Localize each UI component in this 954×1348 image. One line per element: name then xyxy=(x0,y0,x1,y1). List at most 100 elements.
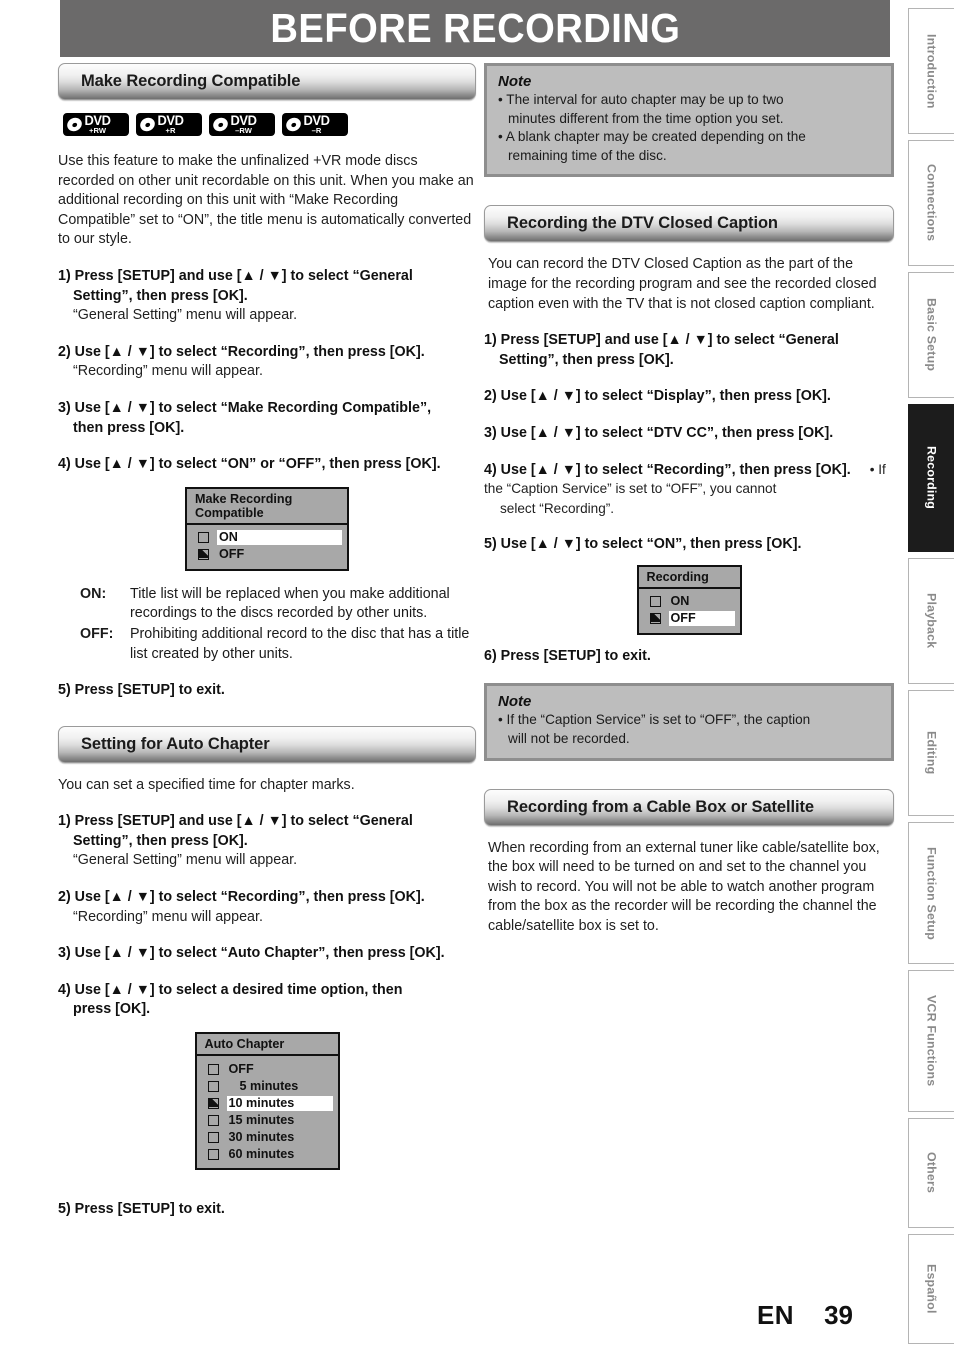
section1-step-3: 3) Use [▲ / ▼] to select “Make Recording… xyxy=(58,399,476,438)
osd-title: Make Recording Compatible xyxy=(187,488,347,525)
osd-option-15-minutes[interactable]: 15 minutes xyxy=(197,1112,333,1128)
section2-step-1: 1) Press [SETUP] and use [▲ / ▼] to sele… xyxy=(58,812,476,871)
osd-option-label: 15 minutes xyxy=(228,1112,295,1127)
section3-step-4: 4) Use [▲ / ▼] to select “Recording”, th… xyxy=(484,461,894,519)
definition-on: ON: Title list will be replaced when you… xyxy=(58,585,476,624)
dvd-minus-rw-logo: DVD –RW xyxy=(209,113,275,136)
tab-espanol[interactable]: Español xyxy=(908,1234,954,1344)
step-line: 2) Use [▲ / ▼] to select “Display”, then… xyxy=(484,388,831,405)
disc-icon xyxy=(282,113,305,136)
on-off-definitions: ON: Title list will be replaced when you… xyxy=(58,585,476,664)
note-bullet: • If the “Caption Service” is set to “OF… xyxy=(498,711,880,748)
osd-option-label: OFF xyxy=(668,611,735,627)
osd-option-list: ON OFF xyxy=(639,589,740,633)
step-line: 5) Use [▲ / ▼] to select “ON”, then pres… xyxy=(484,536,802,553)
step-line: 1) Press [SETUP] and use [▲ / ▼] to sele… xyxy=(58,813,413,830)
section3-step-1: 1) Press [SETUP] and use [▲ / ▼] to sele… xyxy=(484,331,894,370)
osd-option-off[interactable]: OFF xyxy=(639,611,735,627)
note-bullet-line: • If the “Caption Service” is set to “OF… xyxy=(498,712,811,728)
disc-compatibility-logos: DVD +RW DVD +R DVD –RW DVD –R xyxy=(63,113,476,136)
dvd-plus-rw-logo: DVD +RW xyxy=(63,113,129,136)
section2-step-3: 3) Use [▲ / ▼] to select “Auto Chapter”,… xyxy=(58,944,476,964)
step-line: 4) Use [▲ / ▼] to select a desired time … xyxy=(58,981,403,998)
tab-label: Español xyxy=(924,1264,939,1314)
tab-connections[interactable]: Connections xyxy=(908,140,954,266)
right-column: Note • The interval for auto chapter may… xyxy=(484,63,894,950)
step-line-cont: then press [OK]. xyxy=(73,419,185,436)
tab-introduction[interactable]: Introduction xyxy=(908,8,954,134)
osd-option-off[interactable]: OFF xyxy=(187,547,342,563)
step-line-cont: Setting”, then press [OK]. xyxy=(73,287,248,304)
note-box-caption-service: Note • If the “Caption Service” is set t… xyxy=(484,683,894,761)
section1-step-4: 4) Use [▲ / ▼] to select “ON” or “OFF”, … xyxy=(58,455,476,475)
osd-option-30-minutes[interactable]: 30 minutes xyxy=(197,1129,333,1145)
left-column: Make Recording Compatible DVD +RW DVD +R xyxy=(58,63,476,1220)
checkbox-icon[interactable] xyxy=(198,532,209,544)
step-note: “General Setting” menu will appear. xyxy=(73,307,298,324)
section2-step-4: 4) Use [▲ / ▼] to select a desired time … xyxy=(58,981,476,1020)
section-title: Recording the DTV Closed Caption xyxy=(507,214,778,233)
checkbox-icon[interactable] xyxy=(207,1148,219,1160)
page-title: BEFORE RECORDING xyxy=(270,5,680,51)
step-line: 5) Press [SETUP] to exit. xyxy=(58,1201,225,1218)
osd-option-on[interactable]: ON xyxy=(639,594,735,610)
checkbox-icon[interactable] xyxy=(207,1131,219,1143)
tab-editing[interactable]: Editing xyxy=(908,690,954,816)
dvd-logo-main: DVD xyxy=(84,113,111,129)
section-header-recording-dtv-closed-caption: Recording the DTV Closed Caption xyxy=(484,205,894,243)
step-line-cont: Setting”, then press [OK]. xyxy=(73,832,248,849)
section3-step-2: 2) Use [▲ / ▼] to select “Display”, then… xyxy=(484,387,894,407)
osd-option-10-minutes[interactable]: 10 minutes xyxy=(197,1095,333,1111)
tab-label: VCR Functions xyxy=(924,995,939,1087)
osd-title: Auto Chapter xyxy=(196,1034,338,1057)
note-title: Note xyxy=(498,693,532,711)
section2-step-5: 5) Press [SETUP] to exit. xyxy=(58,1200,476,1220)
tab-playback[interactable]: Playback xyxy=(908,558,954,684)
tab-label: Function Setup xyxy=(924,846,939,940)
manual-page: BEFORE RECORDING Make Recording Compatib… xyxy=(0,0,954,1348)
tab-label: Introduction xyxy=(924,33,939,109)
note-title: Note xyxy=(498,73,532,90)
section3-intro: You can record the DTV Closed Caption as… xyxy=(488,256,877,312)
dvd-logo-main: DVD xyxy=(157,113,184,129)
note-bullet-line: • A blank chapter may be created dependi… xyxy=(498,129,806,145)
checkbox-checked-icon[interactable] xyxy=(649,613,661,625)
checkbox-icon[interactable] xyxy=(207,1063,219,1075)
osd-option-on[interactable]: ON xyxy=(187,530,342,546)
checkbox-icon[interactable] xyxy=(207,1114,219,1126)
osd-option-5-minutes[interactable]: 5 minutes xyxy=(197,1078,333,1094)
section2-intro: You can set a specified time for chapter… xyxy=(58,776,355,793)
step-line-cont: press [OK]. xyxy=(73,1001,151,1018)
osd-make-recording-compatible: Make Recording Compatible ON OFF xyxy=(185,486,349,571)
osd-option-label: 30 minutes xyxy=(228,1129,295,1144)
step-line: 3) Use [▲ / ▼] to select “Auto Chapter”,… xyxy=(58,945,445,962)
checkbox-checked-icon[interactable] xyxy=(198,549,209,561)
step-line: 4) Use [▲ / ▼] to select “ON” or “OFF”, … xyxy=(58,456,441,473)
section-header-make-recording-compatible: Make Recording Compatible xyxy=(58,63,476,100)
tab-label: Playback xyxy=(924,593,939,649)
page-banner: BEFORE RECORDING xyxy=(60,0,890,57)
definition-text: Prohibiting additional record to the dis… xyxy=(130,625,470,662)
step-line: 2) Use [▲ / ▼] to select “Recording”, th… xyxy=(58,343,425,360)
tab-recording[interactable]: Recording xyxy=(908,404,954,552)
osd-option-off[interactable]: OFF xyxy=(197,1061,333,1077)
osd-option-60-minutes[interactable]: 60 minutes xyxy=(197,1146,333,1162)
checkbox-icon[interactable] xyxy=(207,1080,219,1092)
tab-function-setup[interactable]: Function Setup xyxy=(908,822,954,964)
osd-option-label: ON xyxy=(217,530,342,546)
section-header-recording-from-cable-box: Recording from a Cable Box or Satellite xyxy=(484,788,894,826)
checkbox-icon[interactable] xyxy=(649,596,661,608)
section1-step-1: 1) Press [SETUP] and use [▲ / ▼] to sele… xyxy=(58,267,476,326)
tab-vcr-functions[interactable]: VCR Functions xyxy=(908,970,954,1112)
tab-others[interactable]: Others xyxy=(908,1118,954,1228)
dvd-logo-main: DVD xyxy=(303,113,330,129)
osd-option-label: OFF xyxy=(219,547,245,562)
note-box-auto-chapter: Note • The interval for auto chapter may… xyxy=(484,63,894,178)
step-line: 2) Use [▲ / ▼] to select “Recording”, th… xyxy=(58,889,425,906)
tab-basic-setup[interactable]: Basic Setup xyxy=(908,272,954,398)
note-bullet: • A blank chapter may be created dependi… xyxy=(498,128,880,165)
note-bullet-line: • The interval for auto chapter may be u… xyxy=(498,92,784,107)
tab-label: Others xyxy=(924,1152,939,1194)
checkbox-checked-icon[interactable] xyxy=(207,1097,219,1109)
section3-step-3: 3) Use [▲ / ▼] to select “DTV CC”, then … xyxy=(484,424,894,444)
